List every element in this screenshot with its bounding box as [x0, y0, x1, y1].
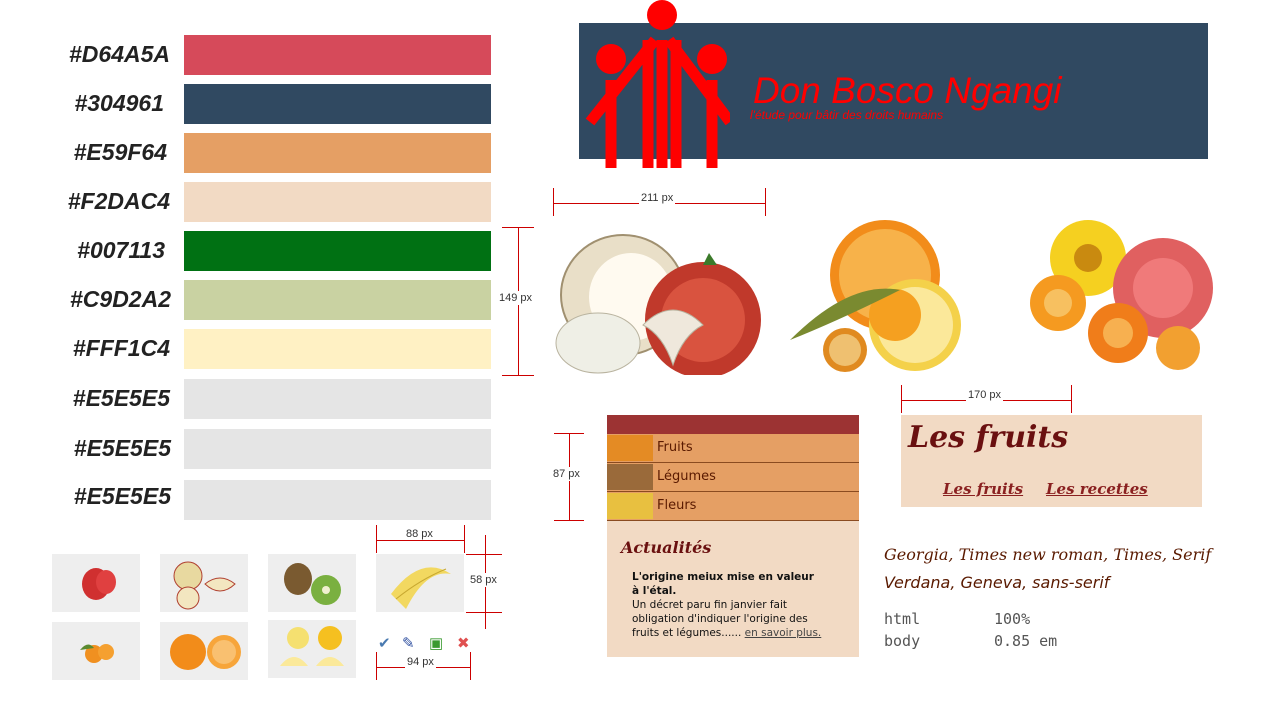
- strawberry-thumbnail: [52, 554, 140, 612]
- fruits-icon: [607, 435, 653, 461]
- swatch-label: #007113: [77, 237, 165, 263]
- swatch-label: #D64A5A: [69, 41, 170, 67]
- news-body: L'origine meiux mise en valeur à l'étal.…: [632, 570, 822, 640]
- swatch-label: #C9D2A2: [70, 286, 171, 312]
- news-headline: L'origine meiux mise en valeur à l'étal.: [632, 571, 814, 597]
- link-les-recettes[interactable]: Les recettes: [1046, 480, 1148, 498]
- swatch-box: [184, 35, 491, 75]
- link-les-fruits[interactable]: Les fruits: [943, 480, 1023, 498]
- swatch-box: [184, 133, 491, 173]
- swatch-box: [184, 480, 491, 520]
- swatch-label: #FFF1C4: [72, 335, 170, 361]
- pencil-icon[interactable]: ✎: [402, 634, 415, 652]
- sans-font-stack: Verdana, Geneva, sans-serif: [884, 573, 1110, 592]
- brand-subtitle: l'étude pour bâtir des droits humains: [750, 108, 944, 122]
- vegetables-image: [555, 234, 761, 375]
- swatch-box: [184, 84, 491, 124]
- menu-item-label: Légumes: [657, 469, 716, 484]
- swatch-label: #304961: [74, 90, 164, 116]
- menu-item-fruits[interactable]: Fruits: [607, 434, 859, 463]
- swatch-box: [184, 182, 491, 222]
- swatch-box: [184, 329, 491, 369]
- flowers-icon: [607, 493, 653, 519]
- swatch-box: [184, 379, 491, 419]
- swatch-box: [184, 280, 491, 320]
- menu-item-fleurs[interactable]: Fleurs: [607, 492, 859, 521]
- check-icon[interactable]: ✔: [378, 634, 391, 652]
- box-icon[interactable]: ▣: [429, 634, 443, 652]
- kiwi-thumbnail: [268, 554, 356, 612]
- orange-thumbnail: [160, 622, 248, 680]
- swatch-label: #E5E5E5: [73, 435, 171, 461]
- brand-title: Don Bosco Ngangi: [753, 70, 1062, 111]
- body-value: 0.85 em: [994, 632, 1058, 650]
- menu-item-label: Fruits: [657, 440, 693, 455]
- body-label: body: [884, 632, 921, 650]
- fruits-title: Les fruits: [908, 420, 1069, 455]
- kumquat-thumbnail: [52, 622, 140, 680]
- vegetables-icon: [607, 464, 653, 490]
- swatch-label: #F2DAC4: [67, 188, 170, 214]
- serif-font-stack: Georgia, Times new roman, Times, Serif: [884, 545, 1212, 564]
- html-label: html: [884, 610, 921, 628]
- menu-item-legumes[interactable]: Légumes: [607, 463, 859, 492]
- menu-item-label: Fleurs: [657, 498, 697, 513]
- banana-thumbnail: [376, 554, 464, 612]
- swatch-box: [184, 429, 491, 469]
- flowers-image: [1030, 220, 1213, 370]
- apple-thumbnail: [160, 554, 248, 612]
- citrus-image: [790, 220, 961, 372]
- menu-top-bar: [607, 415, 859, 434]
- swatch-box: [184, 231, 491, 271]
- news-title: Actualités: [621, 538, 712, 557]
- swatch-label: #E59F64: [73, 139, 167, 165]
- swatch-label: #E5E5E5: [73, 483, 171, 509]
- read-more-link[interactable]: en savoir plus.: [745, 627, 822, 639]
- close-icon[interactable]: ✖: [457, 634, 470, 652]
- html-value: 100%: [994, 610, 1031, 628]
- three-figures-logo-icon: [585, 0, 730, 168]
- swatch-label: #E5E5E5: [72, 385, 170, 411]
- lemon-thumbnail: [268, 620, 356, 678]
